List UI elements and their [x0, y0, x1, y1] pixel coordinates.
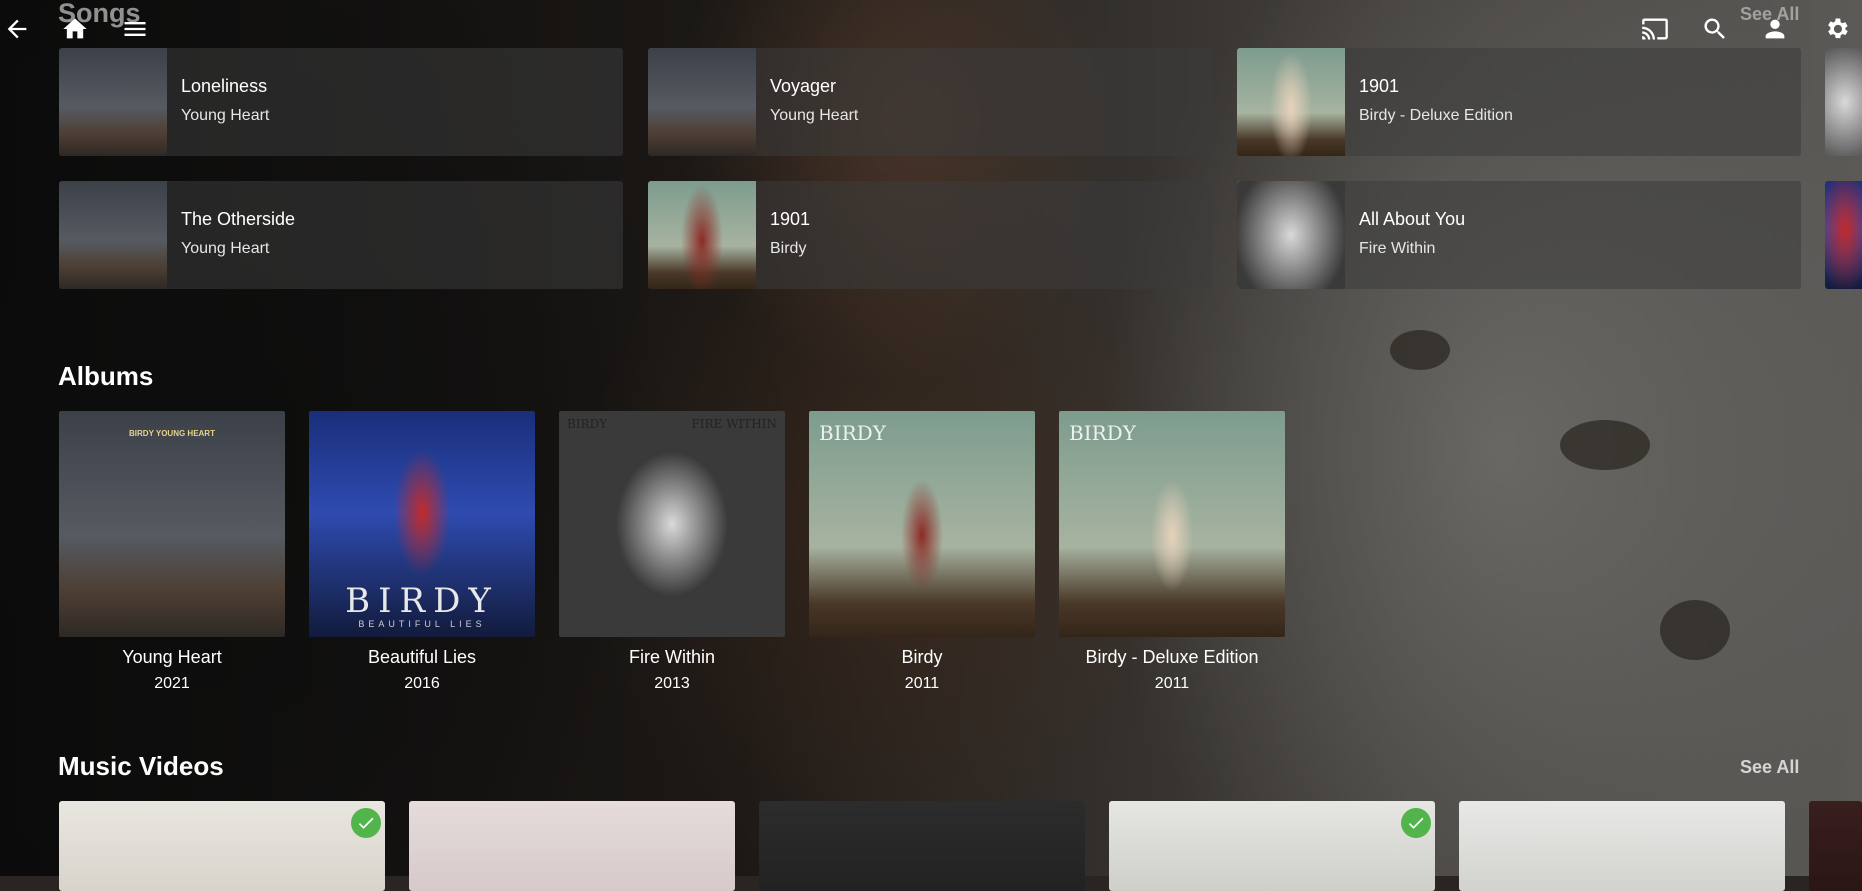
- song-card-partial[interactable]: [1825, 181, 1862, 289]
- user-button[interactable]: [1758, 12, 1792, 46]
- video-card[interactable]: [1459, 801, 1785, 891]
- cast-button[interactable]: [1638, 12, 1672, 46]
- song-thumbnail: [59, 181, 167, 289]
- album-cover: BIRDY BEAUTIFUL LIES: [309, 411, 535, 637]
- album-name: Young Heart: [122, 647, 222, 667]
- song-title: All About You: [1359, 209, 1466, 229]
- song-thumbnail: [1237, 48, 1345, 156]
- song-album: Birdy - Deluxe Edition: [1359, 107, 1513, 124]
- song-card[interactable]: Voyager Young Heart: [648, 48, 1212, 156]
- played-indicator: [351, 808, 381, 838]
- album-card[interactable]: BIRDY FIRE WITHIN Fire Within 2013: [559, 411, 785, 693]
- cover-text: BIRDY: [567, 417, 608, 431]
- album-name: Fire Within: [628, 647, 715, 667]
- video-card[interactable]: [1109, 801, 1435, 891]
- played-indicator: [1401, 808, 1431, 838]
- song-thumbnail: [1237, 181, 1345, 289]
- check-icon: [358, 817, 374, 829]
- album-cover: BIRDY FIRE WITHIN: [559, 411, 785, 637]
- song-card[interactable]: 1901 Birdy: [648, 181, 1212, 289]
- album-card[interactable]: BIRDY BEAUTIFUL LIES Beautiful Lies 2016: [309, 411, 535, 693]
- song-card[interactable]: All About You Fire Within: [1237, 181, 1801, 289]
- home-icon: [63, 18, 87, 39]
- song-thumbnail: [648, 181, 756, 289]
- song-album: Young Heart: [181, 240, 270, 257]
- video-card[interactable]: [409, 801, 735, 891]
- album-year: 2016: [404, 675, 440, 692]
- song-card-partial[interactable]: [1825, 48, 1862, 156]
- section-title-music-videos: Music Videos: [58, 751, 224, 781]
- menu-button[interactable]: [118, 12, 152, 46]
- album-year: 2021: [154, 675, 190, 692]
- album-name: Beautiful Lies: [367, 647, 477, 667]
- cover-text: FIRE WITHIN: [691, 417, 777, 431]
- user-icon: [1765, 19, 1785, 39]
- cover-text: BIRDY: [1069, 421, 1136, 445]
- top-bar: Songs See All: [0, 0, 1862, 60]
- music-videos-see-all-link[interactable]: See All: [1740, 757, 1799, 778]
- back-button[interactable]: [0, 12, 34, 46]
- song-title: Voyager: [770, 76, 837, 96]
- cover-text: BIRDY YOUNG HEART: [129, 429, 215, 438]
- settings-button[interactable]: [1820, 12, 1854, 46]
- song-card[interactable]: Loneliness Young Heart: [59, 48, 623, 156]
- album-cover: BIRDY: [1059, 411, 1285, 637]
- album-card[interactable]: BIRDY Birdy 2011: [809, 411, 1035, 693]
- song-title: The Otherside: [181, 209, 296, 229]
- cover-text: BIRDY: [345, 581, 499, 621]
- video-card[interactable]: [59, 801, 385, 891]
- song-thumbnail: [648, 48, 756, 156]
- search-button[interactable]: [1698, 12, 1732, 46]
- back-arrow-icon: [7, 19, 27, 39]
- gear-icon: [1828, 18, 1848, 39]
- cover-subtext: BEAUTIFUL LIES: [358, 619, 486, 629]
- album-year: 2011: [1154, 675, 1190, 692]
- song-card[interactable]: The Otherside Young Heart: [59, 181, 623, 289]
- section-title-albums: Albums: [58, 361, 154, 391]
- song-album: Fire Within: [1359, 240, 1436, 257]
- song-title: 1901: [770, 209, 811, 229]
- album-card[interactable]: BIRDY Birdy - Deluxe Edition 2011: [1059, 411, 1285, 693]
- song-title: 1901: [1359, 76, 1400, 96]
- home-button[interactable]: [58, 12, 92, 46]
- album-card[interactable]: BIRDY YOUNG HEART Young Heart 2021: [59, 411, 285, 693]
- album-year: 2011: [904, 675, 940, 692]
- video-card[interactable]: [759, 801, 1085, 891]
- album-year: 2013: [654, 675, 690, 692]
- song-album: Young Heart: [181, 107, 270, 124]
- cast-icon: [1642, 18, 1668, 40]
- album-cover: BIRDY YOUNG HEART: [59, 411, 285, 637]
- video-card-partial[interactable]: [1809, 801, 1862, 891]
- album-cover: BIRDY: [809, 411, 1035, 637]
- cover-text: BIRDY: [819, 421, 886, 445]
- album-name: Birdy: [901, 647, 943, 667]
- album-name: Birdy - Deluxe Edition: [1085, 647, 1259, 667]
- check-icon: [1408, 817, 1424, 829]
- search-icon: [1704, 18, 1725, 39]
- song-card[interactable]: 1901 Birdy - Deluxe Edition: [1237, 48, 1801, 156]
- menu-icon: [124, 22, 146, 36]
- song-title: Loneliness: [181, 76, 268, 96]
- main-content: Songs See All Loneliness Young Heart Voy…: [0, 0, 1862, 891]
- song-album: Birdy: [770, 240, 807, 257]
- song-thumbnail: [59, 48, 167, 156]
- song-album: Young Heart: [770, 107, 859, 124]
